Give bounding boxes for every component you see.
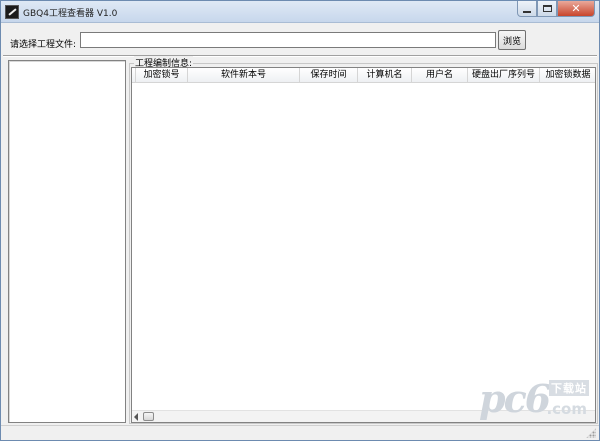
scroll-left-icon[interactable] bbox=[134, 413, 138, 421]
file-select-label: 请选择工程文件: bbox=[10, 40, 77, 50]
close-button[interactable]: ✕ bbox=[557, 1, 595, 17]
project-tree-panel[interactable] bbox=[8, 60, 126, 423]
app-logo-icon bbox=[5, 5, 19, 19]
maximize-icon bbox=[542, 5, 552, 12]
status-bar bbox=[1, 425, 599, 440]
project-file-input[interactable] bbox=[80, 32, 496, 48]
info-list-view[interactable]: 加密锁号 软件新本号 保存时间 计算机名 用户名 硬盘出厂序列号 加密锁数据 bbox=[131, 67, 596, 423]
column-header-lock-id[interactable]: 加密锁号 bbox=[136, 68, 188, 83]
maximize-button[interactable] bbox=[537, 1, 557, 17]
window-title: GBQ4工程查看器 V1.0 bbox=[23, 9, 118, 19]
close-icon: ✕ bbox=[571, 2, 581, 15]
resize-grip-icon[interactable] bbox=[586, 428, 596, 438]
column-header-user-name[interactable]: 用户名 bbox=[412, 68, 468, 83]
column-header-disk-serial[interactable]: 硬盘出厂序列号 bbox=[468, 68, 540, 83]
list-header: 加密锁号 软件新本号 保存时间 计算机名 用户名 硬盘出厂序列号 加密锁数据 bbox=[132, 68, 595, 83]
minimize-button[interactable] bbox=[517, 1, 537, 17]
column-header-software-version[interactable]: 软件新本号 bbox=[188, 68, 300, 83]
column-header-save-time[interactable]: 保存时间 bbox=[300, 68, 358, 83]
title-bar[interactable]: GBQ4工程查看器 V1.0 ✕ bbox=[1, 1, 599, 23]
minimize-icon bbox=[523, 10, 531, 13]
window-controls: ✕ bbox=[517, 1, 595, 19]
browse-button[interactable]: 浏览 bbox=[498, 30, 526, 50]
horizontal-scrollbar[interactable] bbox=[132, 410, 595, 422]
column-header-lock-data[interactable]: 加密锁数据 bbox=[540, 68, 595, 83]
toolbar-divider bbox=[3, 55, 597, 57]
app-window: GBQ4工程查看器 V1.0 ✕ 请选择工程文件: 浏览 工程编制信息: 加密锁… bbox=[0, 0, 600, 441]
column-header-computer-name[interactable]: 计算机名 bbox=[358, 68, 412, 83]
scroll-thumb[interactable] bbox=[143, 412, 154, 421]
